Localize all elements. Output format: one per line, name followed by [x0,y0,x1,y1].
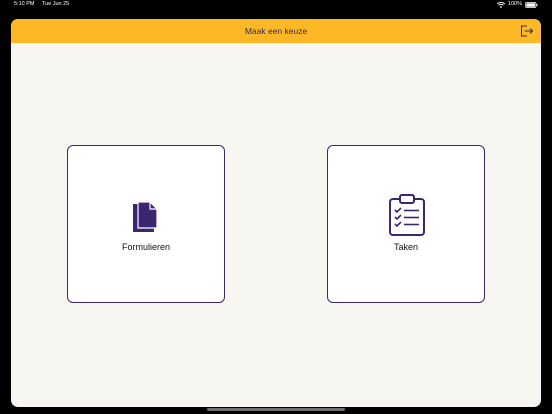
logout-icon[interactable] [520,25,534,37]
battery-percent: 100% [507,1,522,7]
wifi-icon [496,1,505,8]
app-screen: Maak een keuze Formulieren Taken [11,19,541,407]
status-bar: 5:10 PM Tue Jun 25 100% [0,0,552,9]
status-date: Tue Jun 25 [41,1,70,7]
clipboard-checklist-icon [388,194,426,236]
tasks-tile-label: Taken [393,242,419,252]
device: 5:10 PM Tue Jun 25 100% Maak een keuze F… [0,0,552,414]
forms-tile-label: Formulieren [121,242,170,252]
page-title: Maak een keuze [244,26,308,36]
status-time: 5:10 PM [14,1,35,7]
tasks-tile[interactable]: Taken [327,145,485,303]
battery-icon [525,1,538,8]
status-left: 5:10 PM Tue Jun 25 [14,0,75,9]
navigation-bar: Maak een keuze [11,19,541,43]
forms-tile[interactable]: Formulieren [67,145,225,303]
documents-icon [130,201,160,235]
home-indicator[interactable] [207,408,345,411]
status-right: 100% [496,0,538,9]
